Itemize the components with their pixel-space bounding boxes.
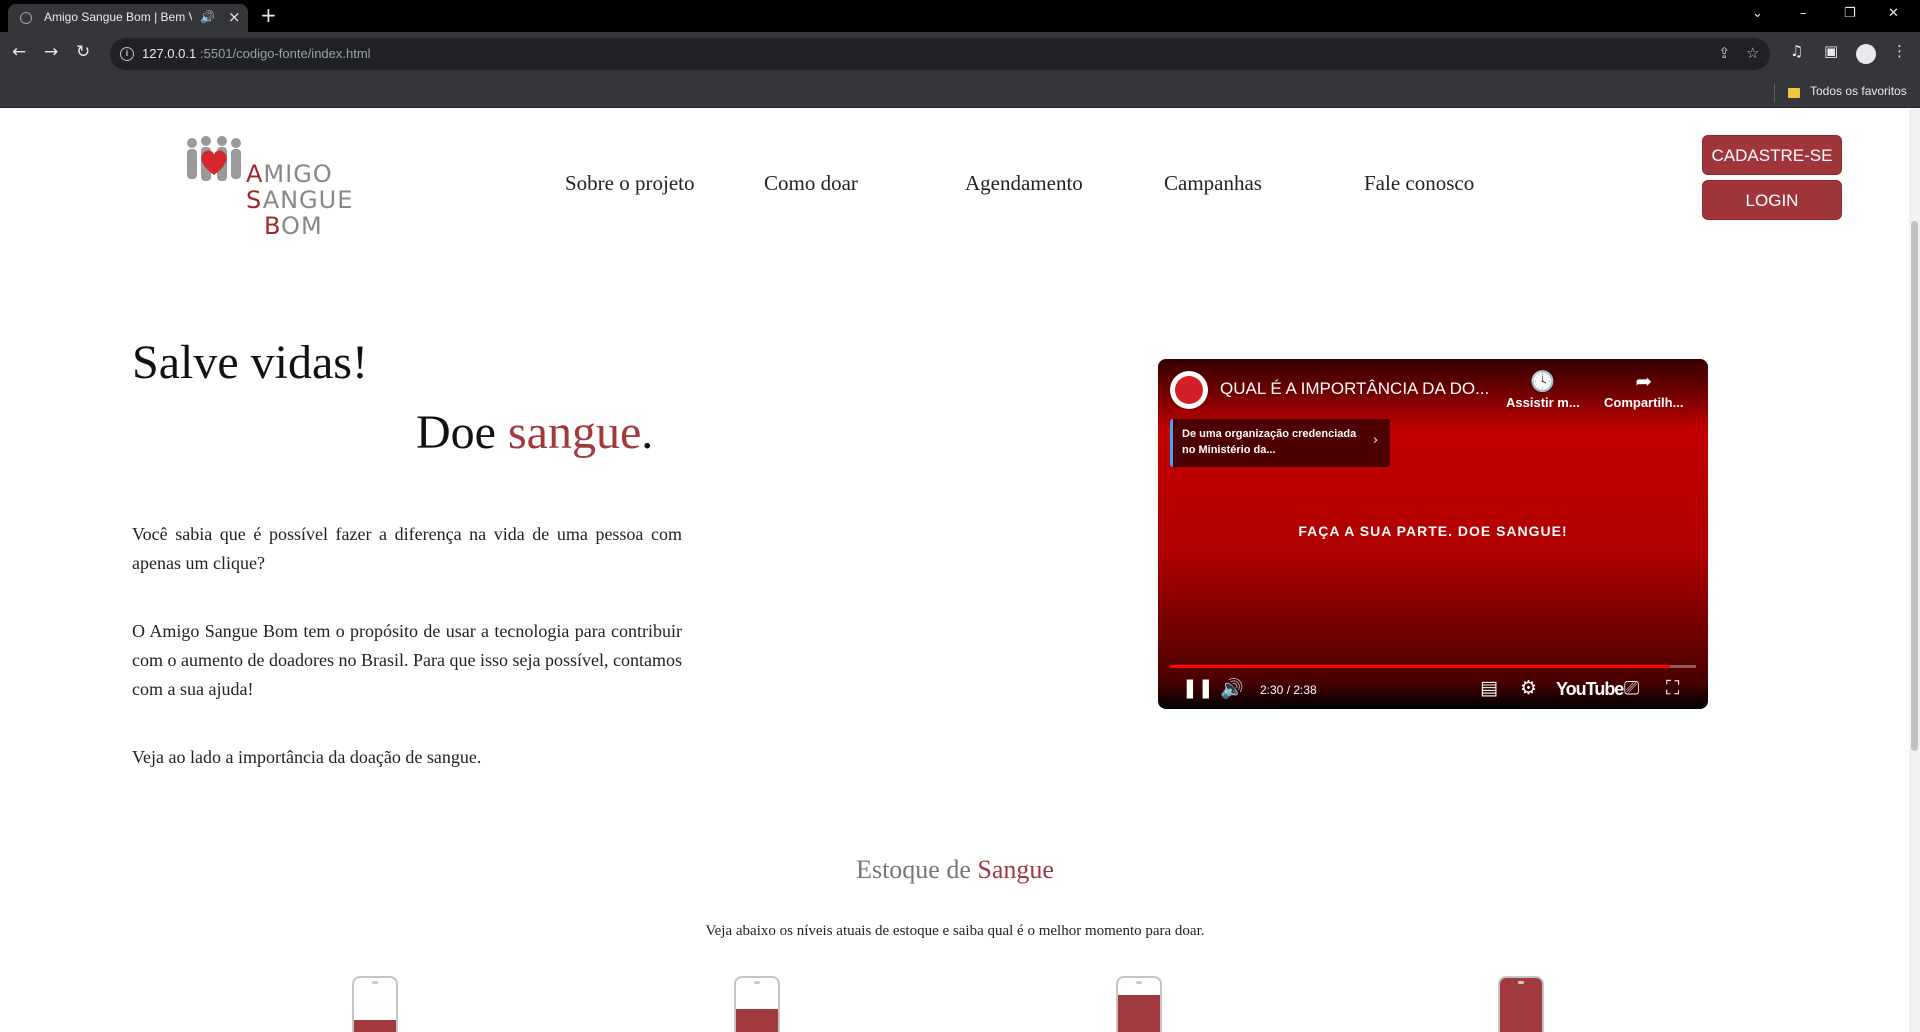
share-label: Compartilh... <box>1604 395 1684 410</box>
fullscreen-icon[interactable]: ⛶ <box>1666 677 1679 699</box>
url-path: :5501/codigo-fonte/index.html <box>200 46 371 61</box>
nav-sobre[interactable]: Sobre o projeto <box>565 171 694 196</box>
page: AMIGO SANGUE BOM Sobre o projeto Como do… <box>0 109 1920 1032</box>
folder-icon <box>1788 88 1800 98</box>
profile-avatar-icon[interactable] <box>1856 44 1876 64</box>
bookmark-all-favorites[interactable]: Todos os favoritos <box>1810 84 1907 98</box>
logo-line-2: SANGUE <box>246 186 354 214</box>
side-panel-icon[interactable]: ▣ <box>1824 42 1838 60</box>
people-heart-icon <box>187 136 241 181</box>
settings-gear-icon[interactable]: ⚙ <box>1520 677 1537 699</box>
video-frame-text: FAÇA A SUA PARTE. DOE SANGUE! <box>1298 523 1568 539</box>
watch-later-label: Assistir m... <box>1506 395 1580 410</box>
subtitle-prefix: Doe <box>416 406 508 459</box>
subtitles-icon[interactable]: ▤ <box>1480 677 1498 699</box>
video-progress-fill <box>1170 665 1670 668</box>
close-icon[interactable]: × <box>228 8 241 26</box>
forward-icon[interactable]: → <box>44 42 58 62</box>
media-controls-icon[interactable]: ♫ <box>1790 42 1803 60</box>
bookmarks-bar: Todos os favoritos <box>0 76 1920 108</box>
credential-panel[interactable]: De uma organização credenciada no Minist… <box>1170 419 1390 467</box>
browser-tab-bar: Amigo Sangue Bom | Bem V 🔊 × + ⌄ – ❐ ✕ <box>0 0 1920 32</box>
signup-button[interactable]: CADASTRE-SE <box>1702 135 1842 175</box>
stock-title-highlight: Sangue <box>977 855 1054 884</box>
stock-description: Veja abaixo os níveis atuais de estoque … <box>705 923 1205 939</box>
hero-title: Salve vidas! <box>132 336 368 389</box>
volume-icon[interactable]: 🔊 <box>1220 677 1244 700</box>
restore-icon[interactable]: ❐ <box>1844 6 1856 21</box>
info-icon[interactable]: i <box>120 47 134 61</box>
subtitle-suffix: . <box>641 406 654 459</box>
url-host: 127.0.0.1 <box>142 46 197 61</box>
reload-icon[interactable]: ↻ <box>76 42 90 62</box>
hero-subtitle: Doe sangue. <box>416 405 653 460</box>
share-arrow-icon: ➦ <box>1635 369 1653 393</box>
logo-line-1: AMIGO <box>246 160 333 188</box>
cast-icon[interactable]: ⎚ <box>1624 677 1639 699</box>
logo-wordmark: AMIGO SANGUE BOM <box>246 161 353 239</box>
globe-icon <box>20 12 32 24</box>
address-bar[interactable]: i 127.0.0.1 :5501/codigo-fonte/index.htm… <box>110 38 1770 70</box>
video-player[interactable]: QUAL É A IMPORTÂNCIA DA DO... 🕓 Assistir… <box>1158 359 1708 709</box>
page-scrollbar[interactable] <box>1909 109 1920 1032</box>
nav-fale-conosco[interactable]: Fale conosco <box>1364 171 1474 196</box>
blood-bag-icon <box>352 976 398 1032</box>
hero-paragraph: Veja ao lado a importância da doação de … <box>132 747 482 767</box>
bookmark-separator <box>1774 84 1775 102</box>
speaker-icon[interactable]: 🔊 <box>200 10 215 24</box>
share-button[interactable]: ➦ Compartilh... <box>1604 369 1683 410</box>
chevron-down-icon[interactable]: ⌄ <box>1752 6 1763 21</box>
channel-logo-icon[interactable] <box>1170 371 1208 409</box>
site-logo[interactable]: AMIGO SANGUE BOM <box>184 135 352 255</box>
blood-level-fill <box>736 1008 778 1032</box>
blood-level-fill <box>354 1020 396 1032</box>
star-icon[interactable]: ☆ <box>1746 44 1759 62</box>
back-icon[interactable]: ← <box>12 42 26 62</box>
nav-como-doar[interactable]: Como doar <box>764 171 858 196</box>
youtube-logo[interactable]: YouTube <box>1556 679 1624 700</box>
close-window-icon[interactable]: ✕ <box>1888 6 1899 21</box>
blood-bag-icon <box>1498 976 1544 1032</box>
nav-agendamento[interactable]: Agendamento <box>965 171 1083 196</box>
nav-campanhas[interactable]: Campanhas <box>1164 171 1262 196</box>
watch-later-button[interactable]: 🕓 Assistir m... <box>1506 369 1580 410</box>
credential-text: De uma organização credenciada no Minist… <box>1182 428 1357 456</box>
chevron-right-icon: › <box>1373 433 1379 448</box>
blood-level-fill <box>1118 994 1160 1032</box>
logo-line-3: BOM <box>264 212 323 240</box>
stock-title: Estoque de Sangue <box>0 855 1910 885</box>
clock-icon: 🕓 <box>1530 369 1556 393</box>
stock-title-prefix: Estoque de <box>856 855 978 884</box>
blood-bag-icon <box>734 976 780 1032</box>
video-title[interactable]: QUAL É A IMPORTÂNCIA DA DO... <box>1220 379 1510 399</box>
menu-dots-icon[interactable]: ⋮ <box>1892 42 1907 60</box>
new-tab-icon[interactable]: + <box>260 3 277 27</box>
share-icon[interactable]: ⇪ <box>1718 44 1731 62</box>
blood-bag-icon <box>1116 976 1162 1032</box>
blood-level-fill <box>1500 978 1542 1032</box>
minimize-icon[interactable]: – <box>1800 6 1807 21</box>
tab-title: Amigo Sangue Bom | Bem V <box>44 10 192 24</box>
browser-toolbar: ← → ↻ i 127.0.0.1 :5501/codigo-fonte/ind… <box>0 32 1920 76</box>
pause-icon[interactable]: ❚❚ <box>1182 677 1214 699</box>
video-progress-bar[interactable] <box>1170 665 1696 668</box>
hero-paragraph: O Amigo Sangue Bom tem o propósito de us… <box>132 621 682 699</box>
scrollbar-thumb[interactable] <box>1911 221 1918 751</box>
login-button[interactable]: LOGIN <box>1702 180 1842 220</box>
browser-tab[interactable]: Amigo Sangue Bom | Bem V 🔊 × <box>8 4 248 32</box>
subtitle-highlight: sangue <box>507 406 642 459</box>
video-time: 2:30 / 2:38 <box>1260 683 1317 697</box>
hero-paragraph: Você sabia que é possível fazer a difere… <box>132 524 682 573</box>
